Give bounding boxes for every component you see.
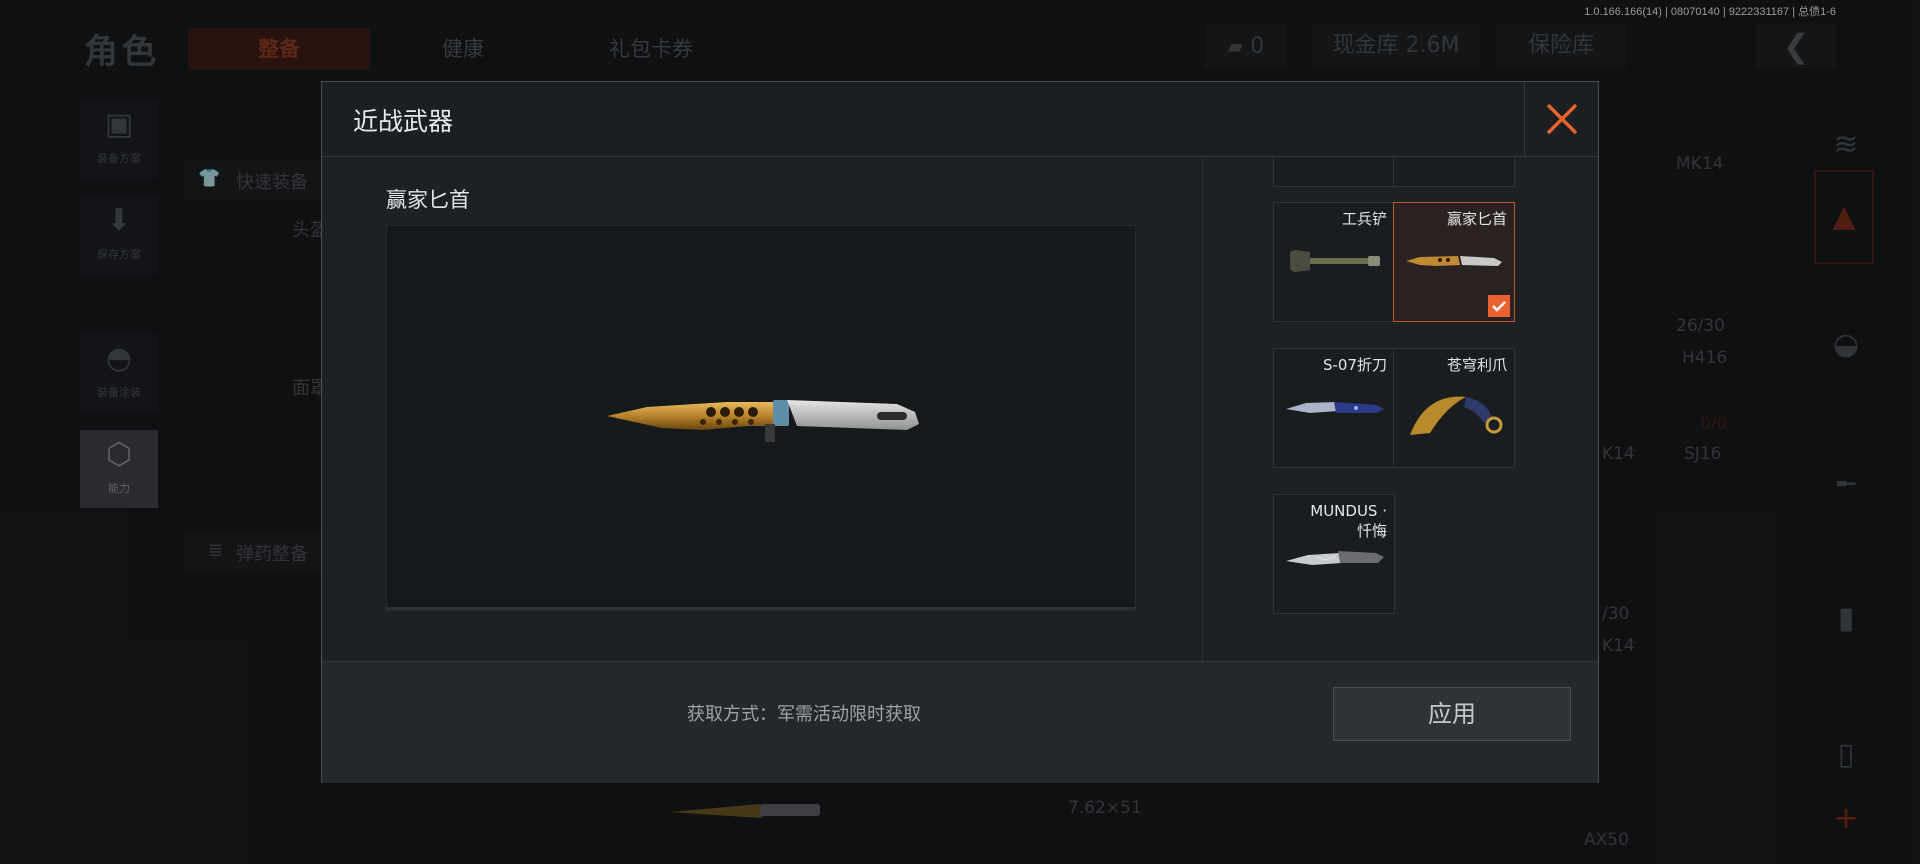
gold-knife-icon [1406, 256, 1502, 266]
modal-footer: 获取方式：军需活动限时获取 应用 [322, 661, 1598, 783]
item-label: 赢家匕首 [1446, 210, 1507, 228]
list-item-partial[interactable] [1393, 157, 1515, 187]
melee-weapon-list[interactable]: 工兵铲 赢家匕首 S-07折刀 苍穹利爪 MUNDUS · 忏悔 [1203, 157, 1598, 661]
item-label: S-07折刀 [1322, 356, 1387, 374]
list-item-partial[interactable] [1273, 157, 1395, 187]
selected-weapon-name: 赢家匕首 [386, 188, 470, 212]
close-icon [1546, 103, 1578, 135]
folding-knife-icon [1286, 402, 1384, 413]
list-item-sky-claw[interactable]: 苍穹利爪 [1393, 348, 1515, 468]
close-button[interactable] [1524, 82, 1598, 156]
list-item-shovel[interactable]: 工兵铲 [1273, 202, 1395, 322]
list-item-mundus-repentance[interactable]: MUNDUS · 忏悔 [1273, 494, 1395, 614]
preview-bottom-border [387, 607, 1135, 610]
modal-header: 近战武器 [322, 82, 1598, 157]
mundus-knife-icon [1286, 551, 1384, 565]
acquire-method-text: 获取方式：军需活动限时获取 [687, 704, 921, 725]
modal-title: 近战武器 [353, 107, 454, 136]
gold-knife-icon [607, 400, 919, 442]
item-label: 苍穹利爪 [1446, 356, 1507, 374]
item-label: 工兵铲 [1341, 210, 1387, 228]
weapon-preview[interactable] [386, 225, 1136, 611]
list-item-s07-folding-knife[interactable]: S-07折刀 [1273, 348, 1395, 468]
karambit-icon [1410, 396, 1503, 435]
selected-check-icon [1488, 295, 1510, 317]
shovel-icon [1290, 250, 1380, 272]
melee-weapon-modal: 近战武器 赢家匕首 工兵铲 赢家匕首 S-07折刀 苍穹利爪 MUNDUS · … [321, 81, 1599, 783]
item-label: MUNDUS · 忏悔 [1310, 502, 1387, 540]
apply-button[interactable]: 应用 [1333, 687, 1571, 741]
list-item-winner-dagger[interactable]: 赢家匕首 [1393, 202, 1515, 322]
